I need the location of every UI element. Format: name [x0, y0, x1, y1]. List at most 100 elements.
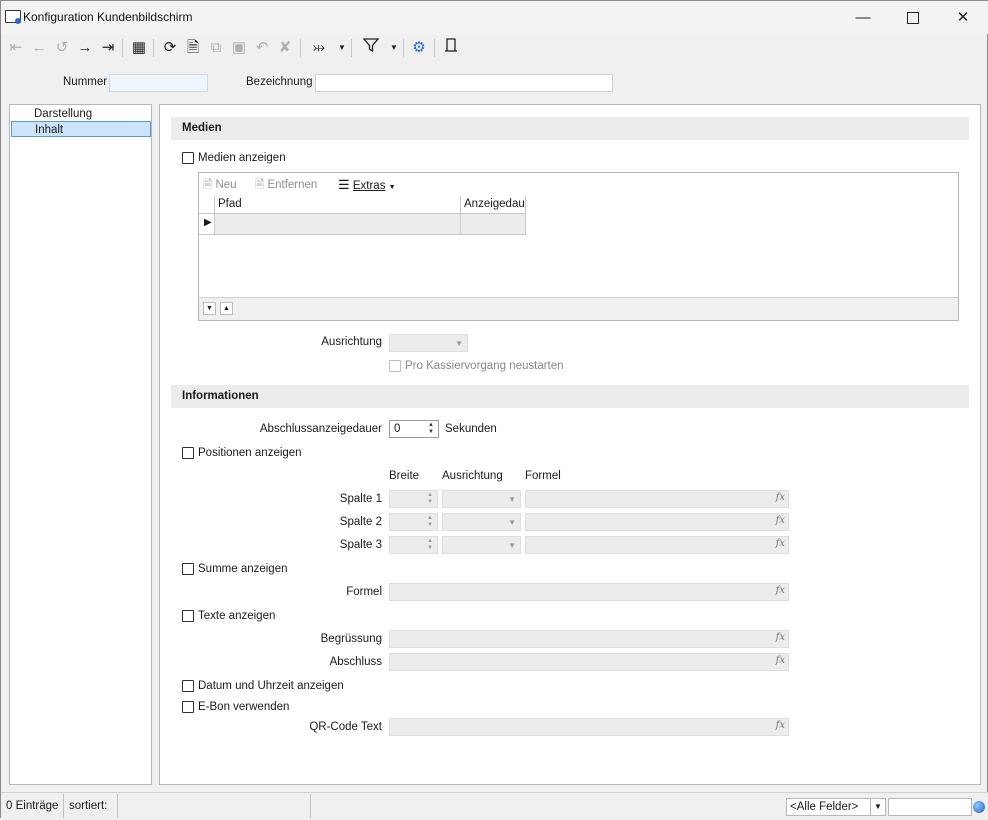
- grid-remove-button[interactable]: 🗎 Entfernen: [255, 177, 317, 196]
- maximize-button[interactable]: [890, 1, 936, 34]
- search-input[interactable]: [888, 798, 972, 816]
- grid-new-label: Neu: [215, 179, 237, 191]
- column-header-breite: Breite: [389, 470, 420, 482]
- restart-label: Pro Kassiervorgang neustarten: [405, 360, 564, 372]
- exit-button[interactable]: [440, 37, 462, 59]
- fx-icon[interactable]: fx: [776, 720, 785, 731]
- undo-button[interactable]: ↶: [251, 37, 273, 59]
- chevron-down-icon: ▼: [388, 184, 396, 191]
- chevron-down-icon: ▼: [508, 518, 516, 527]
- ausrichtung-select[interactable]: ▼: [389, 334, 468, 352]
- chevron-down-icon: ▼: [508, 495, 516, 504]
- minimize-icon: —: [855, 9, 871, 26]
- chevron-down-icon: ▼: [874, 802, 882, 811]
- menu-icon: ☰: [338, 177, 350, 192]
- datum-uhrzeit-checkbox[interactable]: [182, 680, 194, 692]
- spalte-2-breite[interactable]: ▲ ▼: [389, 513, 438, 531]
- sidebar-item-darstellung[interactable]: Darstellung: [11, 106, 151, 122]
- pin-button[interactable]: ⤔: [308, 37, 330, 59]
- new-document-icon: 🗎: [203, 179, 213, 191]
- settings-icon: ⚙: [412, 39, 426, 56]
- sidebar-item-inhalt[interactable]: Inhalt: [11, 121, 151, 137]
- fx-icon[interactable]: fx: [776, 632, 785, 643]
- bezeichnung-field[interactable]: [315, 74, 613, 92]
- summe-anzeigen-checkbox[interactable]: [182, 563, 194, 575]
- grid-cell-pfad[interactable]: [215, 214, 461, 235]
- medien-anzeigen-label: Medien anzeigen: [198, 152, 286, 164]
- minimize-button[interactable]: —: [840, 1, 886, 34]
- field-filter-dropdown[interactable]: ▼: [870, 798, 886, 816]
- ebon-checkbox[interactable]: [182, 701, 194, 713]
- nummer-field[interactable]: [109, 74, 208, 92]
- back-button[interactable]: ←: [28, 37, 50, 59]
- spinner-arrows-icon: ▲ ▼: [427, 492, 433, 505]
- grid-column-pfad[interactable]: Pfad: [215, 196, 461, 214]
- last-record-button[interactable]: ⇥: [97, 37, 119, 59]
- grid-extras-button[interactable]: ☰ Extras ▼: [338, 177, 396, 193]
- field-filter-combo[interactable]: <Alle Felder>: [786, 798, 871, 816]
- spalte-1-formel[interactable]: fx: [525, 490, 789, 508]
- fx-icon[interactable]: fx: [776, 515, 785, 526]
- fx-icon[interactable]: fx: [776, 538, 785, 549]
- summe-anzeigen-label: Summe anzeigen: [198, 563, 288, 575]
- begruessung-label: Begrüssung: [320, 633, 382, 645]
- close-button[interactable]: ✕: [940, 1, 986, 34]
- chevron-down-icon: ▼: [338, 43, 346, 52]
- medien-anzeigen-checkbox[interactable]: [182, 152, 194, 164]
- spalte-2-formel[interactable]: fx: [525, 513, 789, 531]
- abschlussanzeigedauer-stepper[interactable]: 0 ▲ ▼: [389, 420, 439, 438]
- forward-icon: →: [77, 39, 93, 56]
- positionen-anzeigen-checkbox[interactable]: [182, 447, 194, 459]
- copy-button[interactable]: ⧉: [205, 37, 227, 59]
- toolbar-separator: [153, 39, 154, 57]
- sekunden-label: Sekunden: [445, 423, 497, 435]
- first-record-button[interactable]: ⇤: [5, 37, 27, 59]
- main-panel: Medien Medien anzeigen 🗎 Neu 🗎 Entfernen…: [159, 104, 981, 785]
- grid-new-button[interactable]: 🗎 Neu: [203, 177, 237, 196]
- move-up-button[interactable]: ▲: [220, 302, 233, 315]
- abschluss-text-field[interactable]: fx: [389, 653, 789, 671]
- qr-code-field[interactable]: fx: [389, 718, 789, 736]
- save-button[interactable]: ▣: [228, 37, 250, 59]
- refresh-icon: ⟳: [163, 39, 177, 56]
- new-document-button[interactable]: 🗎: [182, 37, 204, 59]
- spalte-3-ausrichtung[interactable]: ▼: [442, 536, 521, 554]
- spalte-1-ausrichtung[interactable]: ▼: [442, 490, 521, 508]
- arrow-up-icon: ▲: [223, 305, 230, 312]
- delete-button[interactable]: ✘: [274, 37, 296, 59]
- spinner-arrows-icon[interactable]: ▲ ▼: [425, 422, 437, 436]
- copy-icon: ⧉: [210, 39, 222, 56]
- history-icon: ↺: [55, 39, 69, 56]
- restart-checkbox[interactable]: [389, 360, 401, 372]
- fx-icon[interactable]: fx: [776, 492, 785, 503]
- spalte-3-breite[interactable]: ▲ ▼: [389, 536, 438, 554]
- spalte-3-formel[interactable]: fx: [525, 536, 789, 554]
- globe-icon[interactable]: [973, 801, 985, 813]
- nummer-label: Nummer: [63, 76, 108, 88]
- grid-column-anzeigedauer[interactable]: Anzeigedau: [461, 196, 526, 214]
- filter-dropdown-button[interactable]: ▼: [389, 37, 399, 59]
- grid-footer: ▼ ▲: [199, 297, 958, 320]
- settings-button[interactable]: ⚙: [408, 37, 430, 59]
- spalte-2-ausrichtung[interactable]: ▼: [442, 513, 521, 531]
- texte-anzeigen-checkbox[interactable]: [182, 610, 194, 622]
- grid-cell-anzeigedauer[interactable]: [461, 214, 526, 235]
- spalte-1-label: Spalte 1: [339, 493, 382, 505]
- refresh-button[interactable]: ⟳: [159, 37, 181, 59]
- qr-code-label: QR-Code Text: [309, 721, 382, 733]
- fx-icon[interactable]: fx: [776, 585, 785, 596]
- fx-icon[interactable]: fx: [776, 655, 785, 666]
- history-button[interactable]: ↺: [51, 37, 73, 59]
- spalte-1-breite[interactable]: ▲ ▼: [389, 490, 438, 508]
- pin-dropdown-button[interactable]: ▼: [337, 37, 347, 59]
- filter-button[interactable]: [360, 37, 382, 59]
- spinner-arrows-icon: ▲ ▼: [427, 515, 433, 528]
- summe-formel-field[interactable]: fx: [389, 583, 789, 601]
- begruessung-field[interactable]: fx: [389, 630, 789, 648]
- table-view-button[interactable]: ▦: [128, 37, 150, 59]
- abschlussanzeigedauer-value: 0: [394, 423, 401, 435]
- forward-button[interactable]: →: [74, 37, 96, 59]
- toolbar: ⇤ ← ↺ → ⇥ ▦ ⟳ 🗎 ⧉ ▣ ↶ ✘ ⤔ ▼ ▼ ⚙: [1, 34, 988, 62]
- current-row-icon: ▶: [204, 217, 212, 228]
- move-down-button[interactable]: ▼: [203, 302, 216, 315]
